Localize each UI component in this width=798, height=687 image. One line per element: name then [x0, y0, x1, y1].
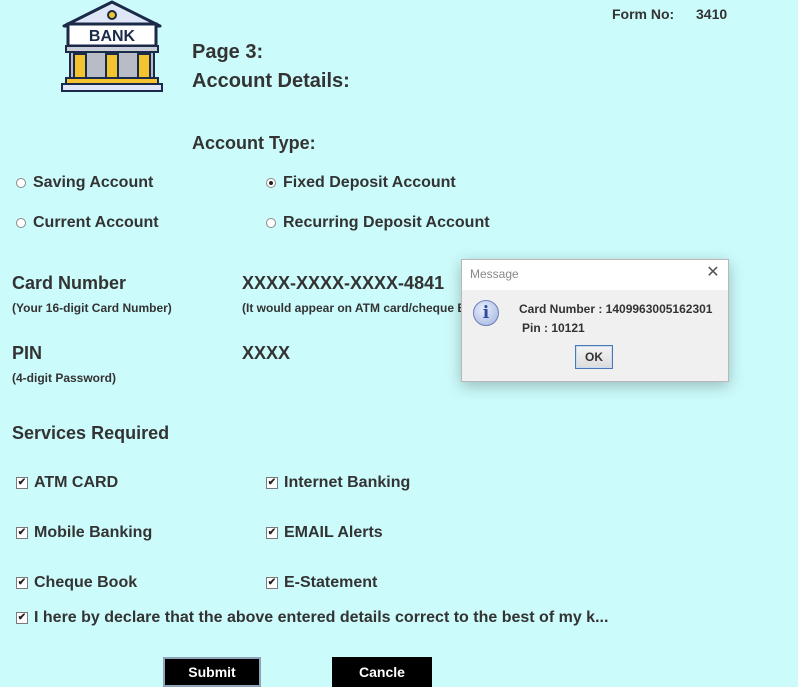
checkbox-box: ✔: [16, 577, 28, 589]
services-heading: Services Required: [12, 423, 170, 443]
bank-logo-icon: BANK: [61, 0, 163, 92]
pin-value: XXXX: [242, 343, 291, 363]
checkbox-label: E-Statement: [284, 574, 378, 591]
radio-label: Fixed Deposit Account: [283, 174, 456, 191]
checkbox-box: ✔: [266, 577, 278, 589]
checkbox-email-alerts[interactable]: ✔ EMAIL Alerts: [266, 524, 383, 542]
close-icon[interactable]: ✕: [705, 265, 721, 281]
page-title-line2: Account Details:: [192, 70, 350, 92]
dialog-pin: Pin : 10121: [522, 321, 585, 335]
checkbox-label: I here by declare that the above entered…: [34, 609, 609, 626]
radio-label: Current Account: [33, 214, 159, 231]
dialog-title: Message: [470, 267, 519, 281]
checkbox-label: Internet Banking: [284, 474, 411, 491]
card-number-label: Card Number: [12, 273, 127, 293]
message-dialog: Message ✕ i Card Number : 14099630051623…: [461, 259, 729, 382]
radio-current-account[interactable]: Current Account: [16, 214, 159, 232]
checkbox-internet-banking[interactable]: ✔ Internet Banking: [266, 474, 410, 492]
logo-text: BANK: [89, 28, 136, 45]
checkbox-box: ✔: [266, 527, 278, 539]
form-no-label: Form No:: [612, 6, 675, 22]
radio-circle: [266, 218, 276, 228]
dialog-card-number: Card Number : 1409963005162301: [519, 302, 713, 316]
radio-recurring-deposit-account[interactable]: Recurring Deposit Account: [266, 214, 490, 232]
radio-saving-account[interactable]: Saving Account: [16, 174, 153, 192]
checkbox-label: ATM CARD: [34, 474, 119, 491]
checkbox-label: Cheque Book: [34, 574, 138, 591]
radio-circle-selected: [266, 178, 276, 188]
ok-button[interactable]: OK: [575, 345, 613, 369]
checkbox-box: ✔: [16, 477, 28, 489]
checkbox-cheque-book[interactable]: ✔ Cheque Book: [16, 574, 137, 592]
card-number-value: XXXX-XXXX-XXXX-4841: [242, 273, 445, 293]
pin-hint: (4-digit Password): [12, 371, 117, 385]
checkbox-declaration[interactable]: ✔ I here by declare that the above enter…: [16, 609, 608, 627]
page-title: Page 3: Account Details:: [192, 38, 350, 96]
checkbox-e-statement[interactable]: ✔ E-Statement: [266, 574, 377, 592]
checkbox-atm-card[interactable]: ✔ ATM CARD: [16, 474, 118, 492]
pin-label: PIN: [12, 343, 43, 363]
card-number-note: (It would appear on ATM card/cheque B: [242, 301, 461, 315]
info-icon: i: [473, 300, 499, 326]
checkbox-mobile-banking[interactable]: ✔ Mobile Banking: [16, 524, 152, 542]
checkbox-box: ✔: [16, 527, 28, 539]
form-number: 3410: [696, 6, 728, 22]
radio-circle: [16, 178, 26, 188]
radio-label: Recurring Deposit Account: [283, 214, 490, 231]
checkbox-box: ✔: [266, 477, 278, 489]
checkbox-label: EMAIL Alerts: [284, 524, 383, 541]
checkbox-label: Mobile Banking: [34, 524, 153, 541]
checkbox-box: ✔: [16, 612, 28, 624]
radio-circle: [16, 218, 26, 228]
page-title-line1: Page 3:: [192, 41, 264, 63]
radio-fixed-deposit-account[interactable]: Fixed Deposit Account: [266, 174, 456, 192]
card-number-hint: (Your 16-digit Card Number): [12, 301, 172, 315]
account-type-heading: Account Type:: [192, 133, 316, 153]
radio-label: Saving Account: [33, 174, 154, 191]
